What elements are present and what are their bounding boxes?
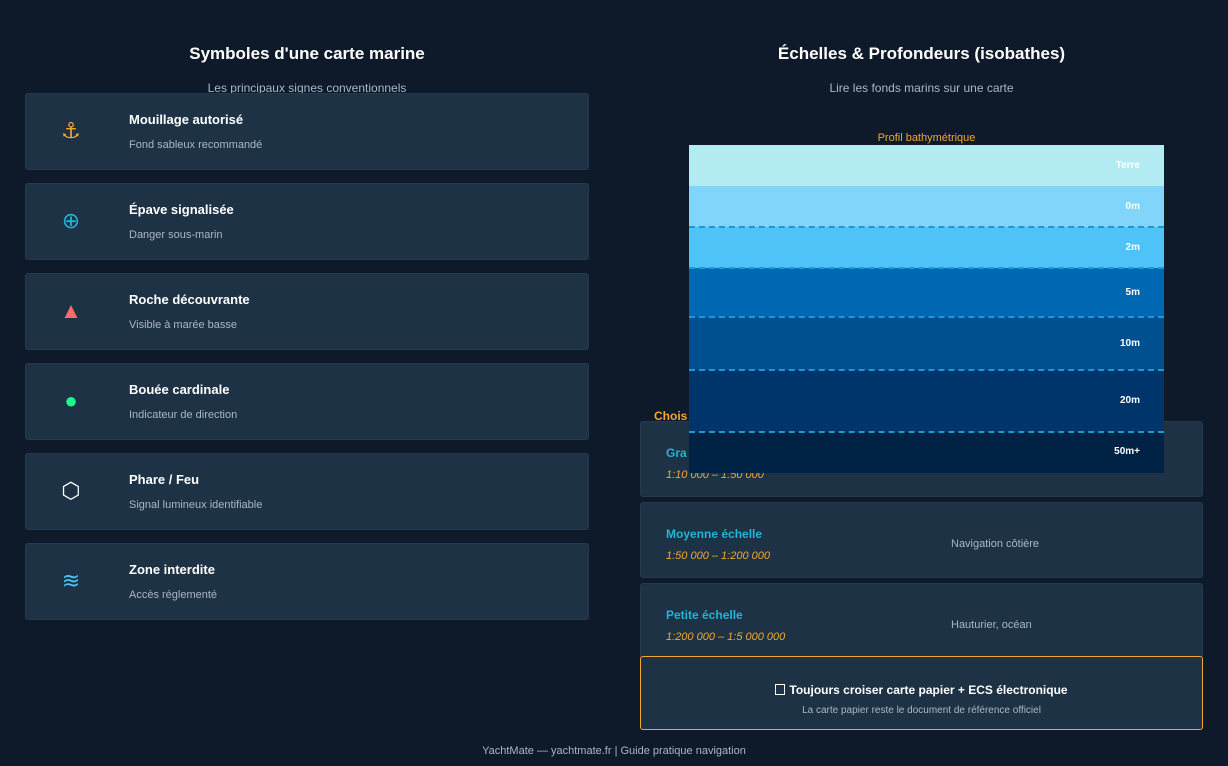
isobath-line-5m [689, 316, 1164, 318]
tip-text-row: Toujours croiser carte papier + ECS élec… [641, 683, 1202, 697]
isobath-line-20m [689, 431, 1164, 433]
symbol-card-rock: ▲ Roche découvrante Visible à marée bass… [25, 273, 589, 350]
bathymetric-profile: Terre 0m 2m 5m 10m 20m 50m+ [689, 145, 1164, 473]
scale-name: Moyenne échelle [666, 527, 763, 541]
scales-subtitle: Lire les fonds marins sur une carte [829, 81, 1014, 95]
scale-use: Hauturier, océan [951, 619, 1032, 631]
isobath-line-0m [689, 226, 1164, 228]
tip-text: Toujours croiser carte papier + ECS élec… [789, 683, 1068, 697]
isobath-line-10m [689, 369, 1164, 371]
symbol-desc: Danger sous-marin [129, 229, 223, 241]
symbol-name: Mouillage autorisé [129, 112, 244, 127]
symbol-card-anchorage: ⚓ Mouillage autorisé Fond sableux recomm… [25, 93, 589, 170]
symbol-name: Roche découvrante [129, 292, 250, 307]
profile-label: Profil bathymétrique [877, 132, 976, 144]
symbol-name: Phare / Feu [129, 472, 200, 487]
band-10m: 10m [689, 317, 1164, 370]
symbol-card-lighthouse: ⬡ Phare / Feu Signal lumineux identifiab… [25, 453, 589, 530]
tip-icon [775, 684, 786, 695]
band-label: 20m [1119, 395, 1140, 406]
anchor-icon: ⚓ [61, 118, 81, 143]
wreck-icon: ⊕ [61, 208, 81, 233]
band-label: 0m [1125, 201, 1140, 212]
tip-subtext: La carte papier reste le document de réf… [802, 705, 1041, 716]
scales-title: Échelles & Profondeurs (isobathes) [777, 44, 1066, 63]
tip-box: Toujours croiser carte papier + ECS élec… [640, 656, 1203, 730]
symbol-card-wreck: ⊕ Épave signalisée Danger sous-marin [25, 183, 589, 260]
band-label: 10m [1119, 338, 1140, 349]
footer: YachtMate — yachtmate.fr | Guide pratiqu… [482, 745, 746, 757]
symbol-name: Épave signalisée [129, 202, 234, 217]
symbol-name: Zone interdite [129, 562, 215, 577]
symbol-desc: Accès réglementé [129, 589, 218, 601]
scale-name: Petite échelle [666, 608, 743, 622]
buoy-circle-icon: ● [64, 388, 78, 413]
rock-triangle-icon: ▲ [60, 298, 82, 323]
band-0m: 0m [689, 186, 1164, 227]
symbol-name: Bouée cardinale [129, 382, 230, 397]
symbols-title: Symboles d'une carte marine [189, 44, 425, 63]
symbol-desc: Fond sableux recommandé [129, 139, 263, 151]
lighthouse-hexagon-icon: ⬡ [61, 478, 81, 503]
isobath-line-2m [689, 267, 1164, 269]
scale-card-medium: Moyenne échelle 1:50 000 – 1:200 000 Nav… [640, 502, 1203, 578]
scale-card-small: Petite échelle 1:200 000 – 1:5 000 000 H… [640, 583, 1203, 659]
band-label: 5m [1125, 287, 1140, 298]
band-label: 50m+ [1114, 446, 1140, 457]
band-50m: 50m+ [689, 432, 1164, 473]
band-2m: 2m [689, 227, 1164, 268]
band-20m: 20m [689, 370, 1164, 432]
waves-icon: ≋ [61, 568, 81, 593]
symbol-desc: Signal lumineux identifiable [129, 499, 263, 511]
symbol-desc: Indicateur de direction [129, 409, 238, 421]
symbol-card-buoy: ● Bouée cardinale Indicateur de directio… [25, 363, 589, 440]
scale-name: Gra [666, 446, 687, 460]
band-5m: 5m [689, 268, 1164, 317]
scale-range: 1:200 000 – 1:5 000 000 [666, 631, 786, 643]
symbol-card-restricted: ≋ Zone interdite Accès réglementé [25, 543, 589, 620]
scale-use: Navigation côtière [951, 538, 1040, 550]
band-land: Terre [689, 145, 1164, 186]
band-label: 2m [1125, 242, 1140, 253]
symbol-desc: Visible à marée basse [129, 319, 238, 331]
scale-range: 1:50 000 – 1:200 000 [666, 550, 770, 562]
band-label: Terre [1115, 160, 1140, 171]
